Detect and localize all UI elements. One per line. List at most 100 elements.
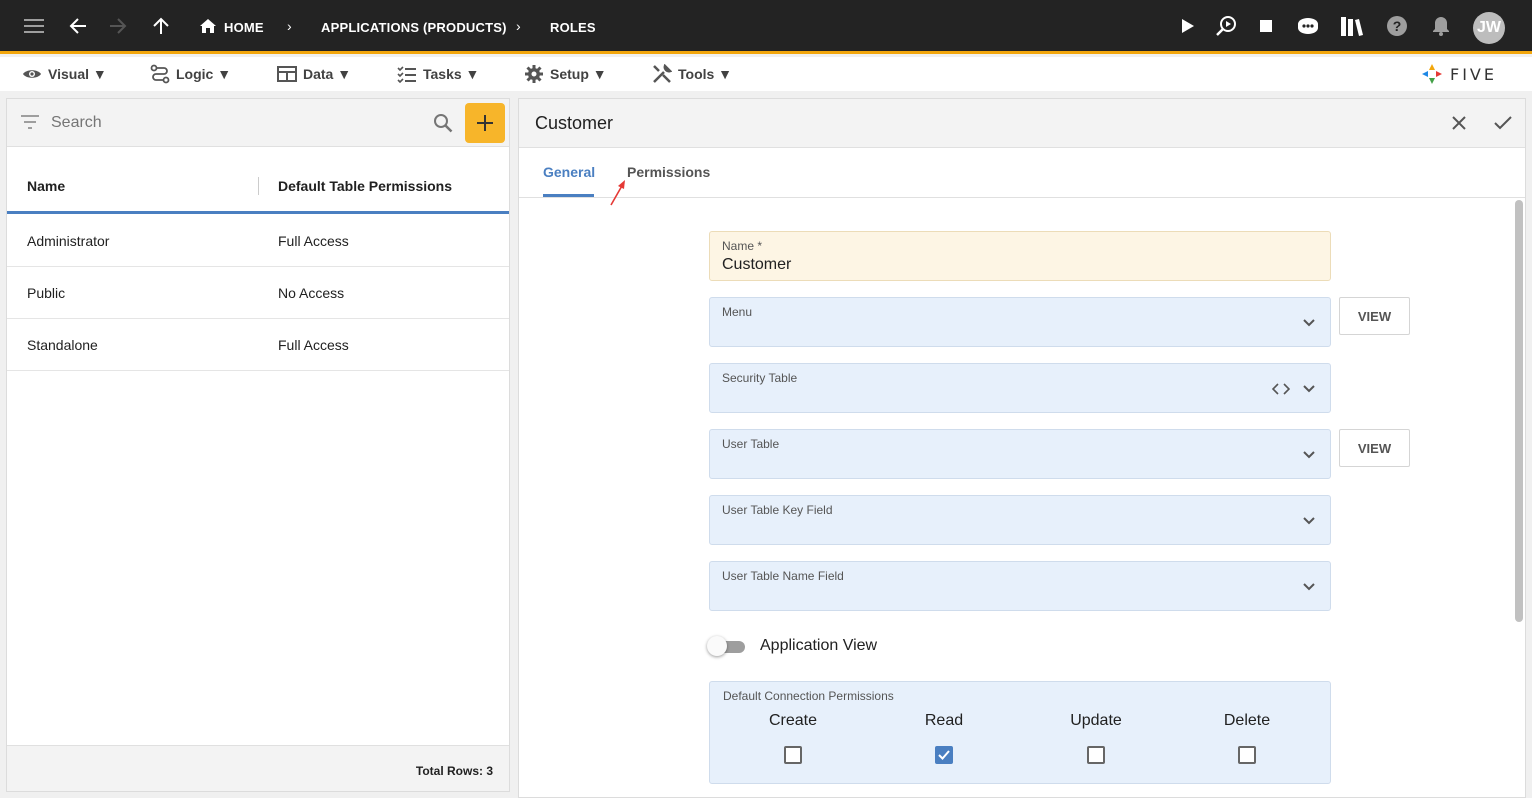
menu-bar: Visual ▼ Logic ▼ Data ▼ Tasks ▼ Setup ▼ … (0, 57, 1532, 91)
user-table-label: User Table (722, 437, 780, 451)
breadcrumb-separator-icon: › (287, 18, 292, 34)
read-checkbox[interactable] (935, 746, 953, 764)
user-table-view-button[interactable]: VIEW (1339, 429, 1410, 467)
perm-update-label: Update (1070, 712, 1122, 729)
menu-tools[interactable]: Tools ▼ (652, 63, 732, 85)
five-logo-mark-icon (1422, 64, 1442, 84)
grid-footer: Total Rows: 3 (7, 745, 509, 791)
active-tab-indicator (543, 194, 594, 197)
play-icon[interactable] (1176, 14, 1200, 38)
update-checkbox[interactable] (1087, 746, 1105, 764)
svg-text:?: ? (1393, 18, 1402, 34)
column-divider (258, 177, 259, 195)
column-header-name[interactable]: Name (27, 178, 65, 194)
checkmark-icon (938, 750, 950, 760)
breadcrumb-home[interactable]: HOME (224, 20, 264, 35)
table-row[interactable]: Standalone Full Access (7, 319, 509, 371)
chevron-down-icon[interactable] (1300, 512, 1318, 530)
chevron-down-icon[interactable] (1300, 380, 1318, 398)
menu-setup-label: Setup ▼ (550, 66, 607, 82)
up-arrow-icon[interactable] (149, 14, 173, 38)
menu-visual[interactable]: Visual ▼ (22, 63, 107, 85)
tab-general[interactable]: General (543, 164, 595, 180)
form-title: Customer (535, 113, 614, 133)
logic-icon (150, 64, 170, 84)
close-icon[interactable] (1447, 111, 1471, 135)
search-bar (7, 99, 509, 147)
user-table-key-label: User Table Key Field (722, 503, 833, 517)
security-table-label: Security Table (722, 371, 798, 385)
search-input[interactable] (51, 111, 421, 135)
menu-tasks[interactable]: Tasks ▼ (397, 63, 479, 85)
column-header-permissions[interactable]: Default Table Permissions (278, 178, 452, 194)
permissions-title: Default Connection Permissions (723, 689, 894, 703)
breadcrumb-applications[interactable]: APPLICATIONS (PRODUCTS) (321, 20, 507, 35)
add-button[interactable] (465, 103, 505, 143)
menu-logic[interactable]: Logic ▼ (150, 63, 231, 85)
menu-view-button[interactable]: VIEW (1339, 297, 1410, 335)
form-scrollbar[interactable] (1515, 200, 1523, 622)
create-checkbox[interactable] (784, 746, 802, 764)
table-row[interactable]: Public No Access (7, 267, 509, 319)
delete-checkbox[interactable] (1238, 746, 1256, 764)
breadcrumb-roles[interactable]: ROLES (550, 20, 596, 35)
menu-logic-label: Logic ▼ (176, 66, 232, 82)
user-avatar[interactable]: JW (1473, 12, 1505, 44)
perm-delete-label: Delete (1223, 712, 1271, 729)
total-rows: Total Rows: 3 (415, 764, 493, 778)
user-table-select[interactable]: User Table (709, 429, 1331, 479)
chevron-down-icon[interactable] (1300, 446, 1318, 464)
user-table-key-field-select[interactable]: User Table Key Field (709, 495, 1331, 545)
stop-icon[interactable] (1254, 14, 1278, 38)
user-table-name-field-select[interactable]: User Table Name Field (709, 561, 1331, 611)
application-view-toggle[interactable] (707, 636, 747, 656)
menu-select[interactable]: Menu (709, 297, 1331, 347)
toggle-knob (707, 636, 727, 656)
roles-list-panel: Name Default Table Permissions Administr… (6, 98, 510, 792)
forward-arrow-icon[interactable] (106, 14, 130, 38)
form-tabs: General Permissions (519, 148, 1525, 198)
top-bar: HOME › APPLICATIONS (PRODUCTS) › ROLES ?… (0, 0, 1532, 54)
row-permission: Full Access (278, 337, 349, 353)
table-row[interactable]: Administrator Full Access (7, 215, 509, 267)
application-view-label: Application View (760, 637, 878, 654)
row-permission: No Access (278, 285, 345, 301)
code-icon[interactable] (1272, 380, 1290, 398)
menu-visual-label: Visual ▼ (48, 66, 107, 82)
chevron-down-icon[interactable] (1300, 314, 1318, 332)
menu-data-label: Data ▼ (303, 66, 352, 82)
filter-icon[interactable] (21, 115, 39, 129)
save-check-icon[interactable] (1491, 111, 1515, 135)
row-name: Standalone (27, 337, 98, 353)
debug-search-icon[interactable] (1214, 14, 1238, 38)
tasks-icon (397, 66, 416, 84)
library-icon[interactable] (1340, 14, 1364, 38)
plus-icon (477, 115, 493, 131)
hamburger-menu-icon[interactable] (22, 14, 46, 38)
notifications-bell-icon[interactable] (1429, 14, 1453, 38)
menu-tasks-label: Tasks ▼ (423, 66, 480, 82)
menu-data[interactable]: Data ▼ (277, 63, 351, 85)
breadcrumb-separator-icon: › (516, 18, 521, 34)
grid-header: Name Default Table Permissions (7, 164, 509, 214)
perm-create-label: Create (768, 712, 818, 729)
row-name: Administrator (27, 233, 110, 249)
row-permission: Full Access (278, 233, 349, 249)
gear-icon (525, 65, 543, 83)
security-table-select[interactable]: Security Table (709, 363, 1331, 413)
back-arrow-icon[interactable] (66, 14, 90, 38)
name-field[interactable]: Name * Customer (709, 231, 1331, 281)
chevron-down-icon[interactable] (1300, 578, 1318, 596)
home-icon[interactable] (196, 14, 220, 38)
search-icon[interactable] (433, 113, 453, 133)
tab-permissions[interactable]: Permissions (627, 164, 710, 180)
help-icon[interactable]: ? (1385, 14, 1409, 38)
menu-tools-label: Tools ▼ (678, 66, 733, 82)
menu-setup[interactable]: Setup ▼ (524, 63, 607, 85)
user-table-name-label: User Table Name Field (722, 569, 844, 583)
five-logo: FIVE (1420, 62, 1497, 86)
table-icon (277, 66, 297, 82)
annotation-arrow-icon (610, 180, 625, 206)
menu-select-label: Menu (722, 305, 753, 319)
chat-bot-icon[interactable] (1296, 14, 1320, 38)
